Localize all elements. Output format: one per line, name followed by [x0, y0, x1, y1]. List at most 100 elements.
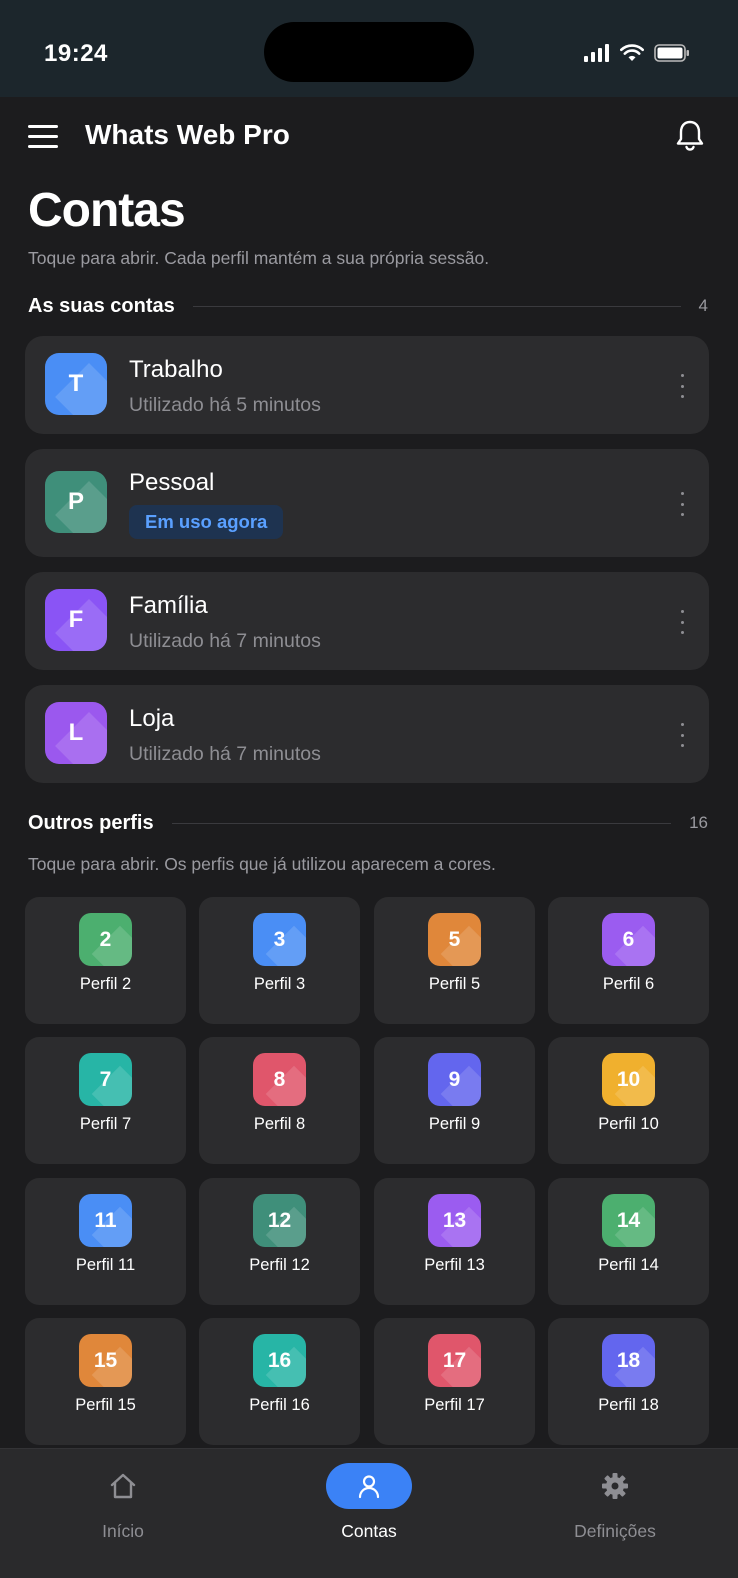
- section-divider: [192, 305, 681, 307]
- profile-avatar: 10: [602, 1053, 655, 1106]
- nav-label: Contas: [341, 1521, 397, 1541]
- profile-avatar: 18: [602, 1334, 655, 1387]
- account-card-familia[interactable]: F Família Utilizado há 7 minutos: [25, 572, 709, 670]
- profile-number: 7: [99, 1067, 112, 1091]
- account-avatar: F: [45, 589, 107, 651]
- status-bar: 19:24: [0, 0, 738, 97]
- menu-icon[interactable]: [28, 125, 58, 149]
- account-avatar: L: [45, 702, 107, 764]
- profile-label: Perfil 16: [249, 1396, 310, 1414]
- profile-avatar: 12: [253, 1194, 306, 1247]
- status-icons: [584, 44, 690, 62]
- profile-label: Perfil 12: [249, 1256, 310, 1274]
- page-title: Contas: [28, 184, 186, 237]
- profile-avatar: 8: [253, 1053, 306, 1106]
- account-last-used: Utilizado há 7 minutos: [129, 743, 321, 765]
- profile-avatar: 13: [428, 1194, 481, 1247]
- accounts-section-header: As suas contas 4: [28, 291, 708, 321]
- profile-tile-11[interactable]: 11 Perfil 11: [25, 1178, 186, 1305]
- account-last-used: Utilizado há 7 minutos: [129, 630, 321, 652]
- profile-label: Perfil 18: [598, 1396, 659, 1414]
- profile-number: 11: [94, 1208, 117, 1232]
- profile-tile-15[interactable]: 15 Perfil 15: [25, 1318, 186, 1445]
- profile-avatar: 6: [602, 913, 655, 966]
- profile-label: Perfil 11: [75, 1256, 136, 1274]
- profile-avatar: 16: [253, 1334, 306, 1387]
- profile-number: 13: [442, 1208, 467, 1232]
- person-icon: [358, 1475, 380, 1499]
- profile-avatar: 5: [428, 913, 481, 966]
- account-card-trabalho[interactable]: T Trabalho Utilizado há 5 minutos: [25, 336, 709, 434]
- app-title: Whats Web Pro: [85, 119, 290, 150]
- profiles-section-description: Toque para abrir. Os perfis que já utili…: [28, 854, 496, 874]
- profile-label: Perfil 15: [75, 1396, 136, 1414]
- bottom-navigation: Início Contas Definições: [0, 1448, 738, 1578]
- profile-tile-6[interactable]: 6 Perfil 6: [548, 897, 709, 1024]
- account-name: Pessoal: [129, 469, 215, 496]
- nav-item-contas[interactable]: Contas: [246, 1449, 492, 1569]
- profile-avatar: 9: [428, 1053, 481, 1106]
- more-options-icon[interactable]: [677, 610, 687, 634]
- profile-tile-8[interactable]: 8 Perfil 8: [199, 1037, 360, 1164]
- profile-number: 16: [267, 1348, 292, 1372]
- profile-tile-16[interactable]: 16 Perfil 16: [199, 1318, 360, 1445]
- profile-number: 17: [442, 1348, 467, 1372]
- account-avatar: P: [45, 471, 107, 533]
- wifi-icon: [620, 44, 644, 61]
- profile-label: Perfil 7: [79, 1115, 132, 1133]
- profile-tile-10[interactable]: 10 Perfil 10: [548, 1037, 709, 1164]
- profile-label: Perfil 13: [424, 1256, 485, 1274]
- more-options-icon[interactable]: [677, 723, 687, 747]
- gear-icon: [602, 1473, 628, 1499]
- profile-tile-14[interactable]: 14 Perfil 14: [548, 1178, 709, 1305]
- bell-icon[interactable]: [674, 119, 706, 153]
- signal-icon: [584, 44, 609, 62]
- profile-tile-3[interactable]: 3 Perfil 3: [199, 897, 360, 1024]
- profiles-section-title: Outros perfis: [28, 811, 154, 834]
- profile-tile-9[interactable]: 9 Perfil 9: [374, 1037, 535, 1164]
- account-name: Loja: [129, 705, 175, 732]
- more-options-icon[interactable]: [677, 492, 687, 516]
- in-use-badge: Em uso agora: [129, 505, 284, 539]
- nav-item-inicio[interactable]: Início: [0, 1449, 246, 1569]
- account-card-loja[interactable]: L Loja Utilizado há 7 minutos: [25, 685, 709, 783]
- profile-number: 8: [273, 1067, 286, 1091]
- more-options-icon[interactable]: [677, 374, 687, 398]
- profile-label: Perfil 14: [598, 1256, 659, 1274]
- account-last-used: Utilizado há 5 minutos: [129, 394, 321, 416]
- nav-label: Definições: [574, 1521, 656, 1541]
- status-time: 19:24: [44, 40, 108, 67]
- profile-label: Perfil 5: [428, 975, 481, 993]
- app-bar: Whats Web Pro: [0, 97, 738, 177]
- home-icon: [110, 1473, 136, 1499]
- profile-tile-7[interactable]: 7 Perfil 7: [25, 1037, 186, 1164]
- profile-label: Perfil 6: [602, 975, 655, 993]
- profile-label: Perfil 8: [253, 1115, 306, 1133]
- nav-item-definicoes[interactable]: Definições: [492, 1449, 738, 1569]
- profile-number: 9: [448, 1067, 461, 1091]
- profile-avatar: 7: [79, 1053, 132, 1106]
- account-card-pessoal[interactable]: P Pessoal Em uso agora: [25, 449, 709, 557]
- nav-label: Início: [102, 1521, 144, 1541]
- profile-tile-2[interactable]: 2 Perfil 2: [25, 897, 186, 1024]
- profile-tile-5[interactable]: 5 Perfil 5: [374, 897, 535, 1024]
- section-divider: [171, 822, 672, 824]
- profile-tile-13[interactable]: 13 Perfil 13: [374, 1178, 535, 1305]
- profile-number: 3: [273, 927, 286, 951]
- profile-label: Perfil 2: [79, 975, 132, 993]
- battery-icon: [654, 44, 689, 62]
- profile-avatar: 15: [79, 1334, 132, 1387]
- accounts-count: 4: [698, 296, 708, 315]
- profile-label: Perfil 17: [424, 1396, 485, 1414]
- accounts-section-title: As suas contas: [28, 294, 175, 317]
- profile-tile-18[interactable]: 18 Perfil 18: [548, 1318, 709, 1445]
- profile-avatar: 14: [602, 1194, 655, 1247]
- profile-label: Perfil 10: [598, 1115, 659, 1133]
- profile-avatar: 3: [253, 913, 306, 966]
- account-avatar: T: [45, 353, 107, 415]
- profile-number: 15: [93, 1348, 118, 1372]
- profile-label: Perfil 3: [253, 975, 306, 993]
- profile-number: 2: [99, 927, 112, 951]
- profile-tile-12[interactable]: 12 Perfil 12: [199, 1178, 360, 1305]
- profile-tile-17[interactable]: 17 Perfil 17: [374, 1318, 535, 1445]
